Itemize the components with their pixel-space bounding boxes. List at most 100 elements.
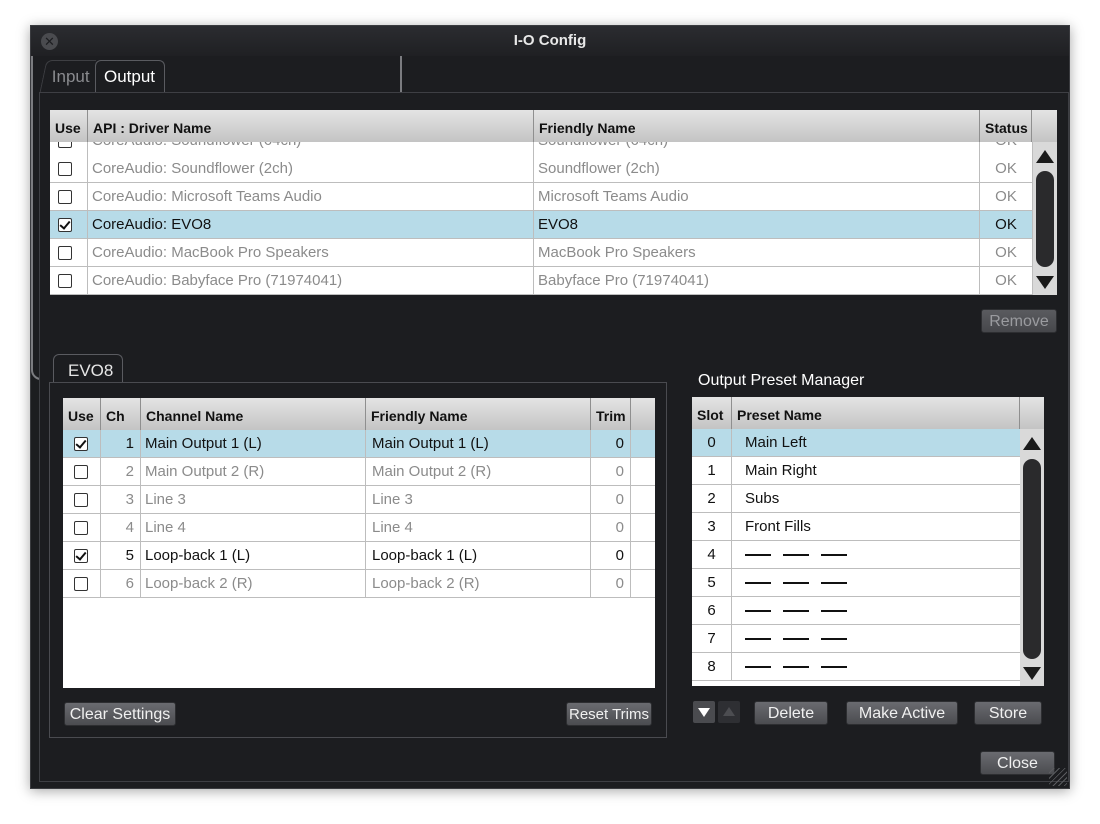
drivers-scrollbar[interactable] — [1033, 142, 1057, 295]
delete-preset-button[interactable]: Delete — [754, 701, 828, 725]
move-down-button[interactable] — [693, 701, 715, 723]
use-checkbox[interactable] — [58, 162, 72, 177]
table-row[interactable]: 5 Loop-back 1 (L) Loop-back 1 (L) 0 — [63, 542, 655, 570]
trim-cell[interactable]: 0 — [591, 542, 631, 570]
slot-cell: 0 — [692, 429, 732, 457]
preset-row[interactable]: 4 — [692, 541, 1020, 569]
preset-name-cell[interactable] — [732, 653, 1020, 681]
table-row[interactable]: CoreAudio: Soundflower (2ch) Soundflower … — [50, 155, 1033, 183]
empty-slot-placeholder — [745, 658, 859, 675]
table-row[interactable]: 6 Loop-back 2 (R) Loop-back 2 (R) 0 — [63, 570, 655, 598]
spacer-cell — [631, 570, 655, 598]
friendly-name-cell[interactable]: Babyface Pro (71974041) — [534, 267, 980, 295]
use-checkbox[interactable] — [74, 577, 88, 592]
preset-row[interactable]: 6 — [692, 597, 1020, 625]
preset-row[interactable]: 8 — [692, 653, 1020, 681]
trim-cell[interactable]: 0 — [591, 430, 631, 458]
friendly-name-cell[interactable]: Microsoft Teams Audio — [534, 183, 980, 211]
slot-cell: 6 — [692, 597, 732, 625]
preset-name-cell[interactable]: Main Right — [732, 457, 1020, 485]
use-cell[interactable] — [50, 267, 88, 295]
friendly-name-cell[interactable]: Line 4 — [366, 514, 591, 542]
preset-row[interactable]: 7 — [692, 625, 1020, 653]
tab-input[interactable]: Input — [39, 60, 97, 92]
friendly-name-cell[interactable]: Line 3 — [366, 486, 591, 514]
preset-name-cell[interactable]: Front Fills — [732, 513, 1020, 541]
use-cell[interactable] — [63, 486, 101, 514]
close-window-icon[interactable]: ✕ — [41, 33, 58, 50]
preset-name-cell[interactable]: Main Left — [732, 429, 1020, 457]
friendly-name-cell[interactable]: Loop-back 2 (R) — [366, 570, 591, 598]
friendly-name-cell[interactable]: Loop-back 1 (L) — [366, 542, 591, 570]
use-cell[interactable] — [63, 570, 101, 598]
make-active-button[interactable]: Make Active — [846, 701, 958, 725]
use-checkbox[interactable] — [58, 246, 72, 261]
use-cell[interactable] — [50, 211, 88, 239]
move-up-button[interactable] — [718, 701, 740, 723]
table-row[interactable]: CoreAudio: MacBook Pro Speakers MacBook P… — [50, 239, 1033, 267]
col-preset-name-header: Preset Name — [732, 397, 1020, 429]
preset-name-cell[interactable]: Subs — [732, 485, 1020, 513]
close-button[interactable]: Close — [980, 751, 1055, 775]
table-row[interactable]: 3 Line 3 Line 30 — [63, 486, 655, 514]
scroll-up-arrow-icon[interactable] — [1036, 150, 1054, 163]
use-cell[interactable] — [63, 514, 101, 542]
friendly-name-cell[interactable]: MacBook Pro Speakers — [534, 239, 980, 267]
table-row[interactable]: CoreAudio: EVO8 EVO8 OK — [50, 211, 1033, 239]
preset-row[interactable]: 0 Main Left — [692, 429, 1020, 457]
use-checkbox[interactable] — [74, 465, 88, 480]
friendly-name-cell[interactable]: Main Output 2 (R) — [366, 458, 591, 486]
preset-name-cell[interactable] — [732, 541, 1020, 569]
use-cell[interactable] — [63, 542, 101, 570]
friendly-name-cell[interactable]: Soundflower (2ch) — [534, 155, 980, 183]
friendly-name-cell[interactable]: EVO8 — [534, 211, 980, 239]
use-checkbox[interactable] — [74, 437, 88, 452]
preset-name-cell[interactable] — [732, 597, 1020, 625]
trim-cell[interactable]: 0 — [591, 514, 631, 542]
use-checkbox[interactable] — [74, 521, 88, 536]
tab-output[interactable]: Output — [95, 60, 165, 92]
preset-row[interactable]: 3 Front Fills — [692, 513, 1020, 541]
table-row[interactable]: 4 Line 4 Line 40 — [63, 514, 655, 542]
friendly-name-cell[interactable]: Main Output 1 (L) — [366, 430, 591, 458]
use-checkbox[interactable] — [58, 142, 72, 149]
use-cell[interactable] — [63, 430, 101, 458]
preset-name-cell[interactable] — [732, 569, 1020, 597]
presets-scrollbar[interactable] — [1020, 429, 1044, 686]
scroll-down-arrow-icon[interactable] — [1023, 667, 1041, 680]
use-cell[interactable] — [50, 183, 88, 211]
use-checkbox[interactable] — [74, 549, 88, 564]
preset-name-cell[interactable] — [732, 625, 1020, 653]
presets-table-header: Slot Preset Name — [692, 397, 1044, 429]
store-preset-button[interactable]: Store — [974, 701, 1042, 725]
use-checkbox[interactable] — [58, 218, 72, 233]
resize-grip-icon[interactable] — [1049, 768, 1067, 786]
friendly-name-cell[interactable]: Soundflower (64ch) — [534, 142, 980, 155]
use-checkbox[interactable] — [74, 493, 88, 508]
table-row[interactable]: 1 Main Output 1 (L) Main Output 1 (L) 0 — [63, 430, 655, 458]
use-cell[interactable] — [50, 142, 88, 155]
table-row[interactable]: CoreAudio: Microsoft Teams Audio Microsof… — [50, 183, 1033, 211]
trim-cell[interactable]: 0 — [591, 486, 631, 514]
table-row[interactable]: CoreAudio: Babyface Pro (71974041) Babyfa… — [50, 267, 1033, 295]
scroll-thumb[interactable] — [1036, 171, 1054, 267]
table-row[interactable]: 2 Main Output 2 (R) Main Output 2 (R) 0 — [63, 458, 655, 486]
scroll-up-arrow-icon[interactable] — [1023, 437, 1041, 450]
scroll-thumb[interactable] — [1023, 459, 1041, 659]
remove-button[interactable]: Remove — [981, 309, 1057, 333]
preset-row[interactable]: 2 Subs — [692, 485, 1020, 513]
trim-cell[interactable]: 0 — [591, 458, 631, 486]
tab-input-label: Input — [51, 67, 90, 86]
preset-row[interactable]: 1 Main Right — [692, 457, 1020, 485]
empty-slot-placeholder — [745, 574, 859, 591]
use-cell[interactable] — [50, 155, 88, 183]
use-cell[interactable] — [50, 239, 88, 267]
use-cell[interactable] — [63, 458, 101, 486]
use-checkbox[interactable] — [58, 274, 72, 289]
clear-settings-button[interactable]: Clear Settings — [64, 702, 176, 726]
trim-cell[interactable]: 0 — [591, 570, 631, 598]
scroll-down-arrow-icon[interactable] — [1036, 276, 1054, 289]
preset-row[interactable]: 5 — [692, 569, 1020, 597]
use-checkbox[interactable] — [58, 190, 72, 205]
reset-trims-button[interactable]: Reset Trims — [566, 702, 652, 726]
